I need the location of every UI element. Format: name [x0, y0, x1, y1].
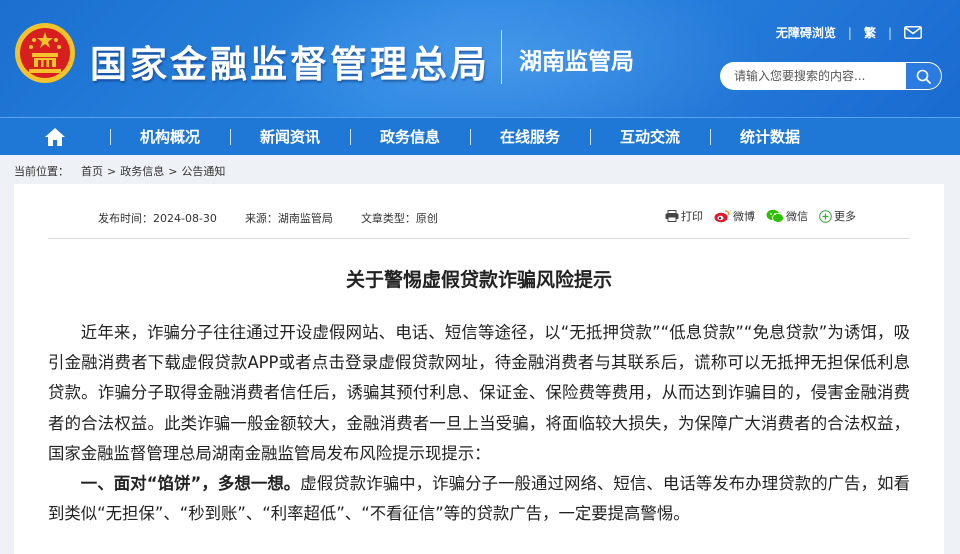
breadcrumb-separator: >	[107, 164, 117, 178]
printer-icon	[665, 210, 679, 222]
breadcrumb-separator: >	[168, 164, 178, 178]
title-divider	[501, 30, 502, 84]
accessibility-link[interactable]: 无障碍浏览	[776, 24, 836, 41]
search-icon	[916, 69, 931, 84]
link-separator: |	[887, 25, 892, 40]
nav-item-online-service[interactable]: 在线服务	[470, 118, 590, 156]
wechat-label: 微信	[786, 210, 808, 223]
article-panel: 发布时间：2024-08-30 来源：湖南监管局 文章类型：原创 打印 微博 微…	[14, 184, 944, 554]
publish-time: 发布时间：2024-08-30	[98, 212, 217, 225]
breadcrumb-home[interactable]: 首页	[81, 163, 103, 179]
top-links: 无障碍浏览 | 繁 |	[776, 24, 922, 41]
nav-item-gov-info[interactable]: 政务信息	[350, 118, 470, 156]
home-icon	[45, 127, 65, 146]
main-nav: 机构概况 新闻资讯 政务信息 在线服务 互动交流 统计数据	[0, 117, 960, 155]
plus-circle-icon	[819, 209, 832, 223]
article-title: 关于警惕虚假贷款诈骗风险提示	[345, 269, 612, 291]
nav-item-news[interactable]: 新闻资讯	[230, 118, 350, 156]
weibo-share-button[interactable]: 微博	[714, 208, 755, 224]
print-label: 打印	[681, 210, 703, 223]
share-bar: 打印 微博 微信 更多	[665, 208, 867, 224]
search-box	[720, 62, 942, 90]
weibo-icon	[714, 210, 730, 223]
article-body: 近年来，诈骗分子往往通过开设虚假网站、电话、短信等途径，以“无抵押贷款”“低息贷…	[48, 318, 910, 529]
traditional-chinese-link[interactable]: 繁	[864, 24, 876, 41]
more-label: 更多	[834, 210, 856, 223]
nav-item-org[interactable]: 机构概况	[110, 118, 230, 156]
nav-item-statistics[interactable]: 统计数据	[710, 118, 830, 156]
article-paragraph: 一、面对“馅饼”，多想一想。虚假贷款诈骗中，诈骗分子一般通过网络、短信、电话等发…	[48, 469, 910, 529]
print-button[interactable]: 打印	[665, 208, 703, 224]
breadcrumb: 当前位置： 首页 > 政务信息 > 公告通知	[14, 163, 225, 179]
wechat-icon	[766, 209, 784, 223]
breadcrumb-gov-info[interactable]: 政务信息	[120, 163, 164, 179]
search-input[interactable]	[720, 62, 910, 90]
link-separator: |	[847, 25, 852, 40]
breadcrumb-notices[interactable]: 公告通知	[181, 163, 225, 179]
site-header: 国家金融监督管理总局 湖南监管局 无障碍浏览 | 繁 |	[0, 0, 960, 117]
wechat-share-button[interactable]: 微信	[766, 208, 808, 224]
weibo-label: 微博	[733, 210, 755, 223]
site-title[interactable]: 国家金融监督管理总局	[90, 34, 490, 88]
article-source: 来源：湖南监管局	[244, 212, 333, 225]
article-paragraph: 近年来，诈骗分子往往通过开设虚假网站、电话、短信等途径，以“无抵押贷款”“低息贷…	[48, 323, 910, 463]
nav-home-button[interactable]	[0, 118, 110, 156]
branch-title[interactable]: 湖南监管局	[519, 42, 634, 76]
national-emblem-icon[interactable]	[14, 22, 76, 84]
paragraph-heading: 一、面对“馅饼”，多想一想。	[80, 474, 301, 494]
meta-divider	[48, 238, 910, 239]
article-type: 文章类型：原创	[360, 212, 438, 225]
more-share-button[interactable]: 更多	[819, 208, 856, 224]
article-meta: 发布时间：2024-08-30 来源：湖南监管局 文章类型：原创	[98, 210, 466, 226]
mail-icon[interactable]	[904, 26, 922, 39]
breadcrumb-prefix: 当前位置：	[14, 165, 69, 178]
nav-item-interaction[interactable]: 互动交流	[590, 118, 710, 156]
search-button[interactable]	[906, 62, 942, 90]
